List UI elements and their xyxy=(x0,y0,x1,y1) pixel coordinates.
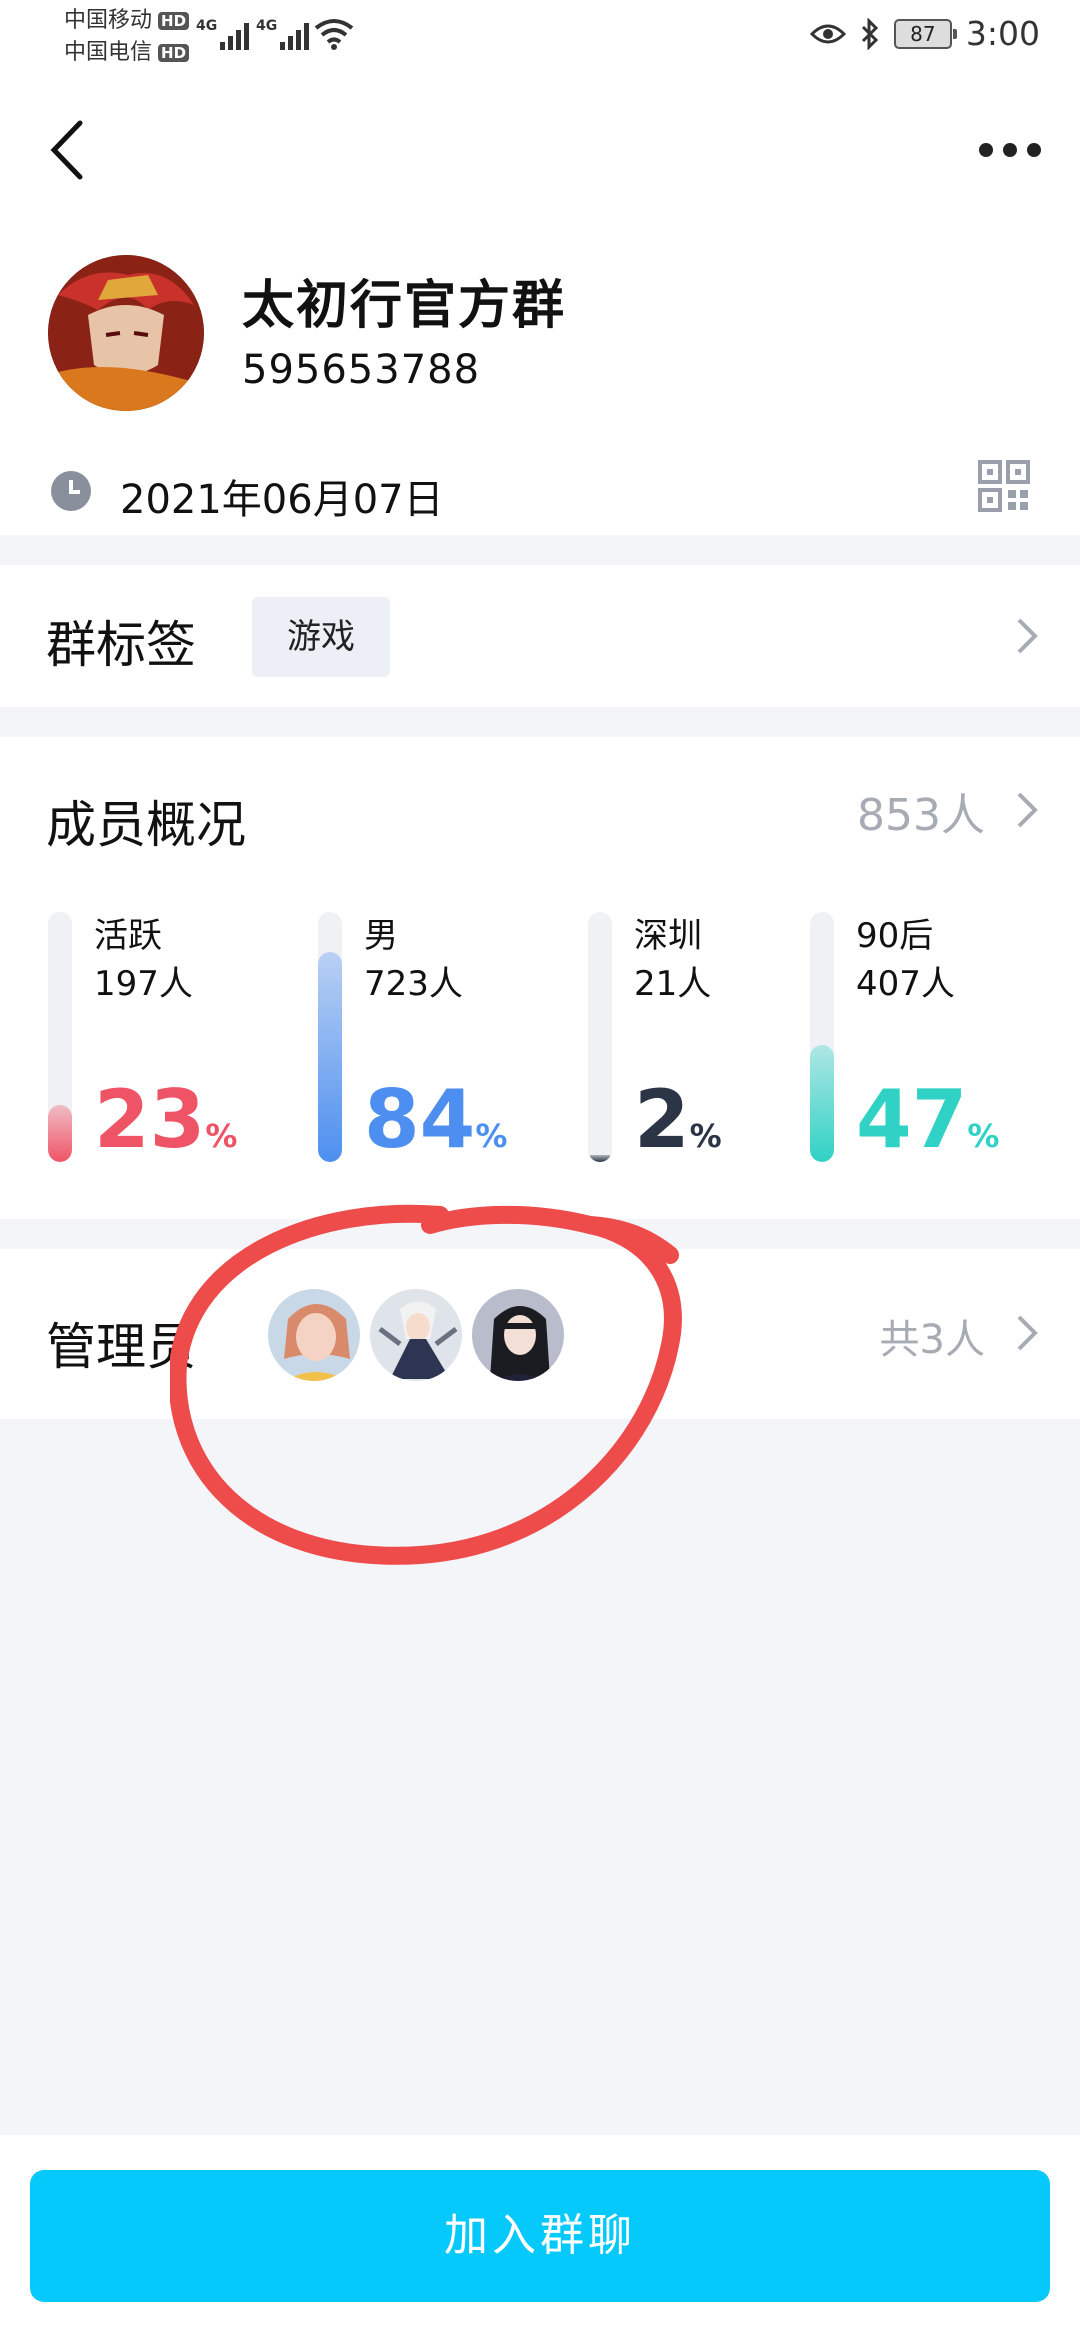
stat-bar-track xyxy=(810,912,834,1162)
carrier-2: 中国电信 HD xyxy=(64,40,190,66)
hd-badge: HD xyxy=(158,44,190,62)
admin-avatar[interactable] xyxy=(266,1287,362,1383)
group-avatar[interactable] xyxy=(48,255,204,411)
signal-icon: 4G xyxy=(196,18,250,50)
created-date-row: 2021年06月07日 xyxy=(0,455,1080,535)
join-bar: 加入群聊 xyxy=(0,2135,1080,2340)
admin-avatar-image xyxy=(370,1289,462,1381)
admins-total: 共3人 xyxy=(879,1317,985,1363)
stat-percent-value: 23 xyxy=(94,1073,206,1166)
wifi-icon xyxy=(314,19,354,50)
stat-percent: 23% xyxy=(94,1075,237,1181)
status-bar: 中国移动 HD 中国电信 HD 4G 4G 87 3:00 xyxy=(0,0,1080,75)
clock-time: 3:00 xyxy=(965,14,1040,53)
stat-active: 活跃 197人 23% xyxy=(48,912,268,1202)
member-count[interactable]: 853人 xyxy=(857,779,985,843)
join-group-button[interactable]: 加入群聊 xyxy=(30,2170,1050,2302)
stat-age: 90后 407人 47% xyxy=(810,912,1030,1202)
stat-percent: 84% xyxy=(364,1075,507,1181)
group-id: 595653788 xyxy=(242,347,481,393)
stat-count: 21人 xyxy=(634,964,712,1004)
battery-indicator: 87 xyxy=(893,18,957,49)
chevron-right-icon xyxy=(1017,618,1038,654)
percent-sign: % xyxy=(689,1117,722,1155)
stat-label: 男 xyxy=(364,916,398,956)
stat-label: 深圳 xyxy=(634,916,702,956)
stat-bar-fill xyxy=(318,952,342,1162)
group-avatar-image xyxy=(48,255,204,411)
admin-avatar[interactable] xyxy=(470,1287,566,1383)
group-tag-row[interactable]: 群标签 游戏 xyxy=(0,565,1080,707)
dot-icon xyxy=(979,143,993,157)
group-tag-title: 群标签 xyxy=(46,616,196,674)
stat-city: 深圳 21人 2% xyxy=(588,912,808,1202)
more-options-button[interactable] xyxy=(970,130,1050,170)
percent-sign: % xyxy=(967,1117,1000,1155)
bluetooth-icon xyxy=(861,17,879,50)
stat-bar-fill xyxy=(810,1044,834,1162)
admin-avatar[interactable] xyxy=(368,1287,464,1383)
stat-percent-value: 2 xyxy=(634,1073,690,1166)
network-type: 4G xyxy=(196,18,218,34)
stat-label: 活跃 xyxy=(94,916,162,956)
stat-male: 男 723人 84% xyxy=(318,912,538,1202)
stat-label: 90后 xyxy=(856,916,934,956)
member-overview: 成员概况 853人 活跃 197人 23% 男 723人 84% 深圳 21人 … xyxy=(0,737,1080,1219)
admin-avatar-image xyxy=(268,1289,360,1381)
eye-icon xyxy=(809,24,846,43)
back-arrow-icon[interactable] xyxy=(40,115,100,185)
chevron-right-icon xyxy=(1017,1315,1038,1351)
stat-bar-track xyxy=(48,912,72,1162)
admins-row[interactable]: 管理员 共3人 xyxy=(0,1249,1080,1419)
dot-icon xyxy=(1027,143,1041,157)
stat-percent: 2% xyxy=(634,1075,722,1181)
stat-count: 723人 xyxy=(364,964,463,1004)
group-tag-chip: 游戏 xyxy=(252,597,390,677)
hd-badge: HD xyxy=(158,12,190,30)
carrier-2-name: 中国电信 xyxy=(64,40,153,65)
stat-bar-fill xyxy=(588,1154,612,1162)
group-name: 太初行官方群 xyxy=(242,276,567,336)
member-overview-title: 成员概况 xyxy=(46,796,246,854)
stat-bar-track xyxy=(588,912,612,1162)
stat-percent: 47% xyxy=(856,1075,999,1181)
signal-icon: 4G xyxy=(256,18,310,50)
admin-avatar-image xyxy=(472,1289,564,1381)
stat-count: 197人 xyxy=(94,964,193,1004)
stat-bar-fill xyxy=(48,1104,72,1162)
carrier-1-name: 中国移动 xyxy=(64,8,153,33)
network-type: 4G xyxy=(256,18,278,34)
chevron-right-icon[interactable] xyxy=(1014,790,1040,830)
group-header: 太初行官方群 595653788 2021年06月07日 xyxy=(0,75,1080,535)
stat-percent-value: 47 xyxy=(856,1073,968,1166)
created-date: 2021年06月07日 xyxy=(120,477,444,523)
qr-code-icon[interactable] xyxy=(978,460,1030,512)
stat-percent-value: 84 xyxy=(364,1073,476,1166)
clock-icon xyxy=(51,471,91,511)
stat-count: 407人 xyxy=(856,964,955,1004)
percent-sign: % xyxy=(205,1117,238,1155)
dot-icon xyxy=(1003,143,1017,157)
percent-sign: % xyxy=(475,1117,508,1155)
admins-title: 管理员 xyxy=(46,1318,196,1376)
stat-bar-track xyxy=(318,912,342,1162)
carrier-1: 中国移动 HD xyxy=(64,8,190,34)
